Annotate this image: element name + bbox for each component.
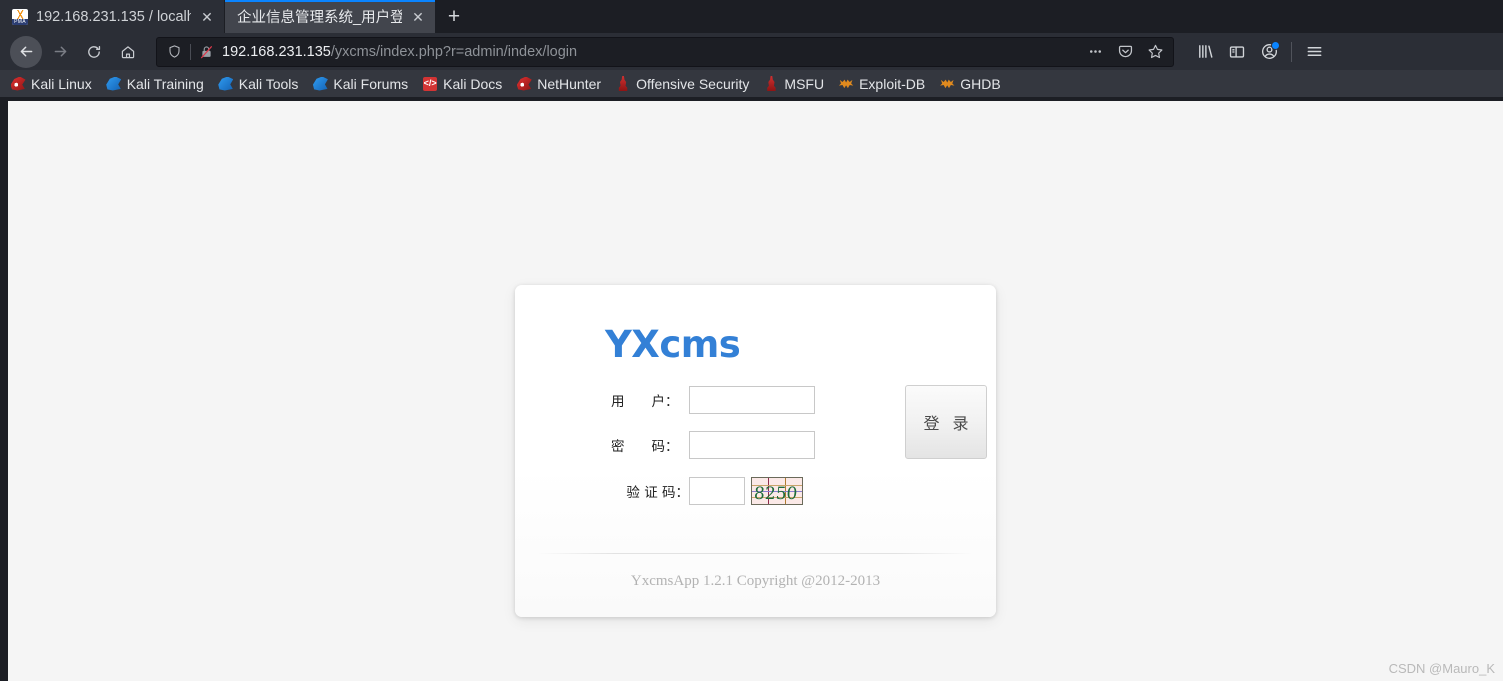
captcha-input[interactable] [689,477,745,505]
close-icon[interactable]: ✕ [410,9,426,25]
captcha-image[interactable]: 8250 [751,477,803,505]
bookmark-msfu[interactable]: MSFU [763,76,824,92]
divider [537,553,974,554]
home-icon[interactable] [112,36,144,68]
kali-blue-icon [312,76,328,92]
captcha-row: 验 证 码： 8250 [611,476,996,506]
url-path: /yxcms/index.php?r=admin/index/login [330,43,578,60]
bookmark-label: Offensive Security [636,75,750,92]
kali-dragon-icon [516,76,532,92]
bookmark-offensive-security[interactable]: Offensive Security [615,76,749,92]
phpmyadmin-icon: PMA [12,8,28,25]
url-bar-actions [1083,40,1167,64]
divider [1291,41,1292,62]
close-icon[interactable]: ✕ [199,9,215,25]
notification-dot [1271,40,1280,50]
bookmark-exploit-db[interactable]: Exploit-DB [838,76,925,92]
login-card: YXcms 用 户： 登 录 密 码： 验 证 码： 8250 YxcmsApp… [515,285,996,617]
bookmark-kali-linux[interactable]: Kali Linux [10,76,92,92]
copyright-footer: YxcmsApp 1.2.1 Copyright @2012-2013 [630,573,881,589]
bookmark-kali-tools[interactable]: Kali Tools [218,75,299,92]
kali-blue-icon [218,76,234,92]
bookmark-kali-docs[interactable]: </> Kali Docs [422,76,502,92]
captcha-label: 验 证 码： [626,485,689,501]
tab-title: 192.168.231.135 / localho [36,8,191,25]
captcha-code: 8250 [753,484,798,504]
ellipsis-icon[interactable] [1083,40,1107,64]
tab-strip: PMA 192.168.231.135 / localho ✕ 企业信息管理系统… [0,0,1503,33]
tab-phpmyadmin[interactable]: PMA 192.168.231.135 / localho ✕ [0,0,225,33]
username-row: 用 户： 登 录 [611,385,996,459]
bookmark-kali-training[interactable]: Kali Training [106,76,204,92]
page-title: YXcms [605,323,741,366]
url-host: 192.168.231.135 [222,43,331,60]
sidebar-icon[interactable] [1222,37,1252,67]
username-input[interactable] [689,386,815,414]
spider-icon [939,76,955,92]
new-tab-button[interactable]: + [435,0,473,33]
login-form: 用 户： 登 录 密 码： 验 证 码： 8250 [515,385,996,506]
page-viewport: YXcms 用 户： 登 录 密 码： 验 证 码： 8250 YxcmsApp… [0,97,1503,681]
library-icon[interactable] [1190,37,1220,67]
metasploit-icon [615,76,631,92]
shield-icon[interactable] [167,44,182,59]
kali-docs-icon: </> [422,76,438,92]
bookmark-label: Kali Linux [31,75,92,92]
bookmark-label: Kali Forums [333,75,409,92]
broken-lock-icon[interactable] [199,44,214,60]
password-label: 密 码： [611,439,679,455]
bookmark-ghdb[interactable]: GHDB [939,75,1001,92]
reload-icon[interactable] [78,36,110,68]
divider [190,43,191,60]
url-text[interactable]: 192.168.231.135/yxcms/index.php?r=admin/… [222,44,1075,60]
spider-icon [838,76,854,92]
username-label: 用 户： [611,394,679,410]
bookmark-label: Exploit-DB [859,75,926,92]
bookmark-label: Kali Tools [238,75,299,92]
kali-dragon-icon [10,76,26,92]
bookmark-label: GHDB [960,75,1001,92]
bookmark-label: Kali Docs [443,75,503,92]
tab-yxcms-login[interactable]: 企业信息管理系统_用户登录 ✕ [225,0,435,33]
bookmark-nethunter[interactable]: NetHunter [516,76,601,92]
navigation-toolbar: 192.168.231.135/yxcms/index.php?r=admin/… [0,33,1503,70]
metasploit-icon [763,76,779,92]
star-icon[interactable] [1143,40,1167,64]
forward-arrow-icon [44,36,76,68]
url-bar[interactable]: 192.168.231.135/yxcms/index.php?r=admin/… [156,36,1174,67]
kali-blue-icon [106,76,122,92]
bookmark-kali-forums[interactable]: Kali Forums [312,76,408,92]
hamburger-menu-icon[interactable] [1299,37,1329,67]
bookmarks-bar: Kali Linux Kali Training Kali Tools Kali… [0,70,1503,97]
tab-title: 企业信息管理系统_用户登录 [237,10,402,26]
toolbar-right [1190,37,1329,67]
bookmark-label: Kali Training [126,75,204,92]
password-input[interactable] [689,431,815,459]
bookmark-label: MSFU [784,75,825,92]
password-row: 密 码： [611,430,996,460]
bookmark-label: NetHunter [537,75,602,92]
browser-window: PMA 192.168.231.135 / localho ✕ 企业信息管理系统… [0,0,1503,681]
web-page: YXcms 用 户： 登 录 密 码： 验 证 码： 8250 YxcmsApp… [8,101,1503,681]
account-icon[interactable] [1254,37,1284,67]
watermark: CSDN @Mauro_K [1388,661,1495,676]
back-arrow-icon[interactable] [10,35,42,68]
pocket-icon[interactable] [1113,40,1137,64]
